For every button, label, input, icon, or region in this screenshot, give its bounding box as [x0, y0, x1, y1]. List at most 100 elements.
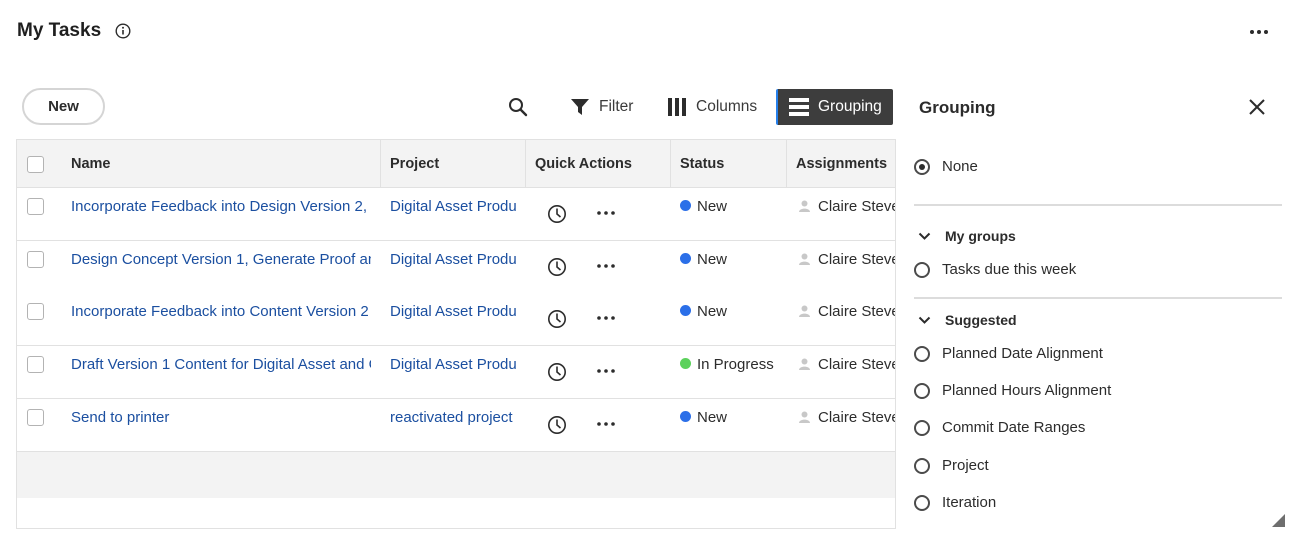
- tasks-table: Name Project Quick Actions Status Assign…: [16, 139, 896, 529]
- assignee-cell[interactable]: Claire Steven: [799, 198, 895, 215]
- close-icon[interactable]: [1248, 98, 1266, 116]
- column-header-quick-actions[interactable]: Quick Actions: [535, 140, 632, 188]
- new-button[interactable]: New: [22, 88, 105, 125]
- row-checkbox[interactable]: [27, 356, 44, 373]
- select-all-cell[interactable]: [27, 140, 44, 188]
- task-name-link[interactable]: Send to printer: [71, 409, 371, 426]
- chevron-down-icon: [918, 232, 931, 240]
- panel-title: Grouping: [919, 98, 996, 117]
- grouping-button[interactable]: Grouping: [776, 89, 893, 125]
- radio-button[interactable]: [914, 457, 930, 474]
- grouping-option-planned-date[interactable]: Planned Date Alignment: [914, 345, 1103, 362]
- grouping-option-tasks-due[interactable]: Tasks due this week: [914, 261, 1076, 278]
- grouping-option-planned-hours[interactable]: Planned Hours Alignment: [914, 382, 1111, 399]
- status-cell[interactable]: New: [680, 409, 727, 426]
- task-name-link[interactable]: Design Concept Version 1, Generate Proof…: [71, 251, 371, 268]
- table-row[interactable]: Send to printer reactivated project New …: [17, 399, 895, 452]
- grouping-panel: Grouping None My groups Tasks due this w…: [896, 80, 1300, 542]
- radio-button[interactable]: [914, 382, 930, 399]
- column-header-status[interactable]: Status: [680, 140, 724, 188]
- columns-icon: [668, 98, 686, 116]
- user-icon: [799, 358, 810, 370]
- clock-icon[interactable]: [547, 204, 567, 224]
- clock-icon[interactable]: [547, 309, 567, 329]
- page-title: My Tasks: [17, 20, 102, 41]
- status-dot: [680, 200, 691, 211]
- clock-icon[interactable]: [547, 257, 567, 277]
- column-header-assignments[interactable]: Assignments: [796, 140, 887, 188]
- clock-icon[interactable]: [547, 362, 567, 382]
- assignee-name: Claire Steven: [818, 356, 895, 373]
- project-link[interactable]: Digital Asset Produ: [390, 356, 518, 373]
- grouping-option-commit-date[interactable]: Commit Date Ranges: [914, 419, 1085, 436]
- row-checkbox[interactable]: [27, 198, 44, 215]
- search-icon: [509, 98, 528, 117]
- assignee-cell[interactable]: Claire Steven: [799, 251, 895, 268]
- table-row[interactable]: Draft Version 1 Content for Digital Asse…: [17, 346, 895, 399]
- radio-button[interactable]: [914, 494, 930, 511]
- grouping-label: Grouping: [818, 98, 882, 115]
- assignee-name: Claire Steven: [818, 251, 895, 268]
- suggested-toggle[interactable]: Suggested: [918, 312, 1017, 328]
- table-row[interactable]: Incorporate Feedback into Content Versio…: [17, 293, 895, 346]
- search-button[interactable]: [506, 89, 530, 125]
- status-dot: [680, 358, 691, 369]
- task-name-link[interactable]: Incorporate Feedback into Content Versio…: [71, 303, 371, 320]
- column-header-name[interactable]: Name: [71, 140, 111, 188]
- option-label: Commit Date Ranges: [942, 419, 1086, 436]
- option-label: Project: [942, 457, 989, 474]
- status-cell[interactable]: New: [680, 251, 727, 268]
- page-header: My Tasks: [17, 20, 131, 42]
- table-row[interactable]: Incorporate Feedback into Design Version…: [17, 188, 895, 241]
- task-name-link[interactable]: Incorporate Feedback into Design Version…: [71, 198, 371, 215]
- more-actions-icon[interactable]: [596, 208, 616, 218]
- filter-button[interactable]: Filter: [570, 89, 633, 125]
- radio-button[interactable]: [914, 345, 930, 362]
- select-all-checkbox[interactable]: [27, 155, 44, 173]
- radio-button[interactable]: [914, 419, 930, 436]
- assignee-cell[interactable]: Claire Steven: [799, 303, 895, 320]
- radio-button[interactable]: [914, 261, 930, 278]
- my-groups-toggle[interactable]: My groups: [918, 228, 1016, 244]
- chevron-down-icon: [918, 316, 931, 324]
- assignee-name: Claire Steven: [818, 303, 895, 320]
- section-label: Suggested: [945, 312, 1017, 328]
- clock-icon[interactable]: [547, 415, 567, 435]
- status-cell[interactable]: New: [680, 303, 727, 320]
- project-link[interactable]: Digital Asset Produ: [390, 251, 518, 268]
- project-link[interactable]: Digital Asset Produ: [390, 198, 518, 215]
- assignee-cell[interactable]: Claire Steven: [799, 409, 895, 426]
- columns-button[interactable]: Columns: [667, 89, 757, 125]
- radio-button[interactable]: [914, 158, 930, 175]
- resize-handle[interactable]: [1272, 514, 1285, 527]
- table-footer: [17, 452, 895, 498]
- task-name-link[interactable]: Draft Version 1 Content for Digital Asse…: [71, 356, 371, 373]
- project-link[interactable]: Digital Asset Produ: [390, 303, 518, 320]
- grouping-option-iteration[interactable]: Iteration: [914, 494, 996, 511]
- status-cell[interactable]: In Progress: [680, 356, 774, 373]
- more-actions-icon[interactable]: [596, 419, 616, 429]
- assignee-cell[interactable]: Claire Steven: [799, 356, 895, 373]
- option-label: Tasks due this week: [942, 261, 1077, 278]
- status-cell[interactable]: New: [680, 198, 727, 215]
- more-actions-icon[interactable]: [596, 366, 616, 376]
- divider: [914, 204, 1282, 206]
- row-checkbox[interactable]: [27, 409, 44, 426]
- status-label: New: [697, 409, 728, 426]
- filter-icon: [571, 99, 589, 115]
- info-icon[interactable]: [115, 23, 131, 39]
- more-actions-icon[interactable]: [596, 313, 616, 323]
- table-row[interactable]: Design Concept Version 1, Generate Proof…: [17, 241, 895, 294]
- row-checkbox[interactable]: [27, 251, 44, 268]
- project-link[interactable]: reactivated project: [390, 409, 518, 426]
- status-label: New: [697, 303, 728, 320]
- user-icon: [799, 253, 810, 265]
- column-header-project[interactable]: Project: [390, 140, 439, 188]
- row-checkbox[interactable]: [27, 303, 44, 320]
- status-label: In Progress: [697, 356, 774, 373]
- more-horizontal-icon[interactable]: [1248, 22, 1270, 42]
- grouping-option-none[interactable]: None: [914, 158, 978, 175]
- more-actions-icon[interactable]: [596, 261, 616, 271]
- divider: [914, 297, 1282, 299]
- grouping-option-project[interactable]: Project: [914, 457, 989, 474]
